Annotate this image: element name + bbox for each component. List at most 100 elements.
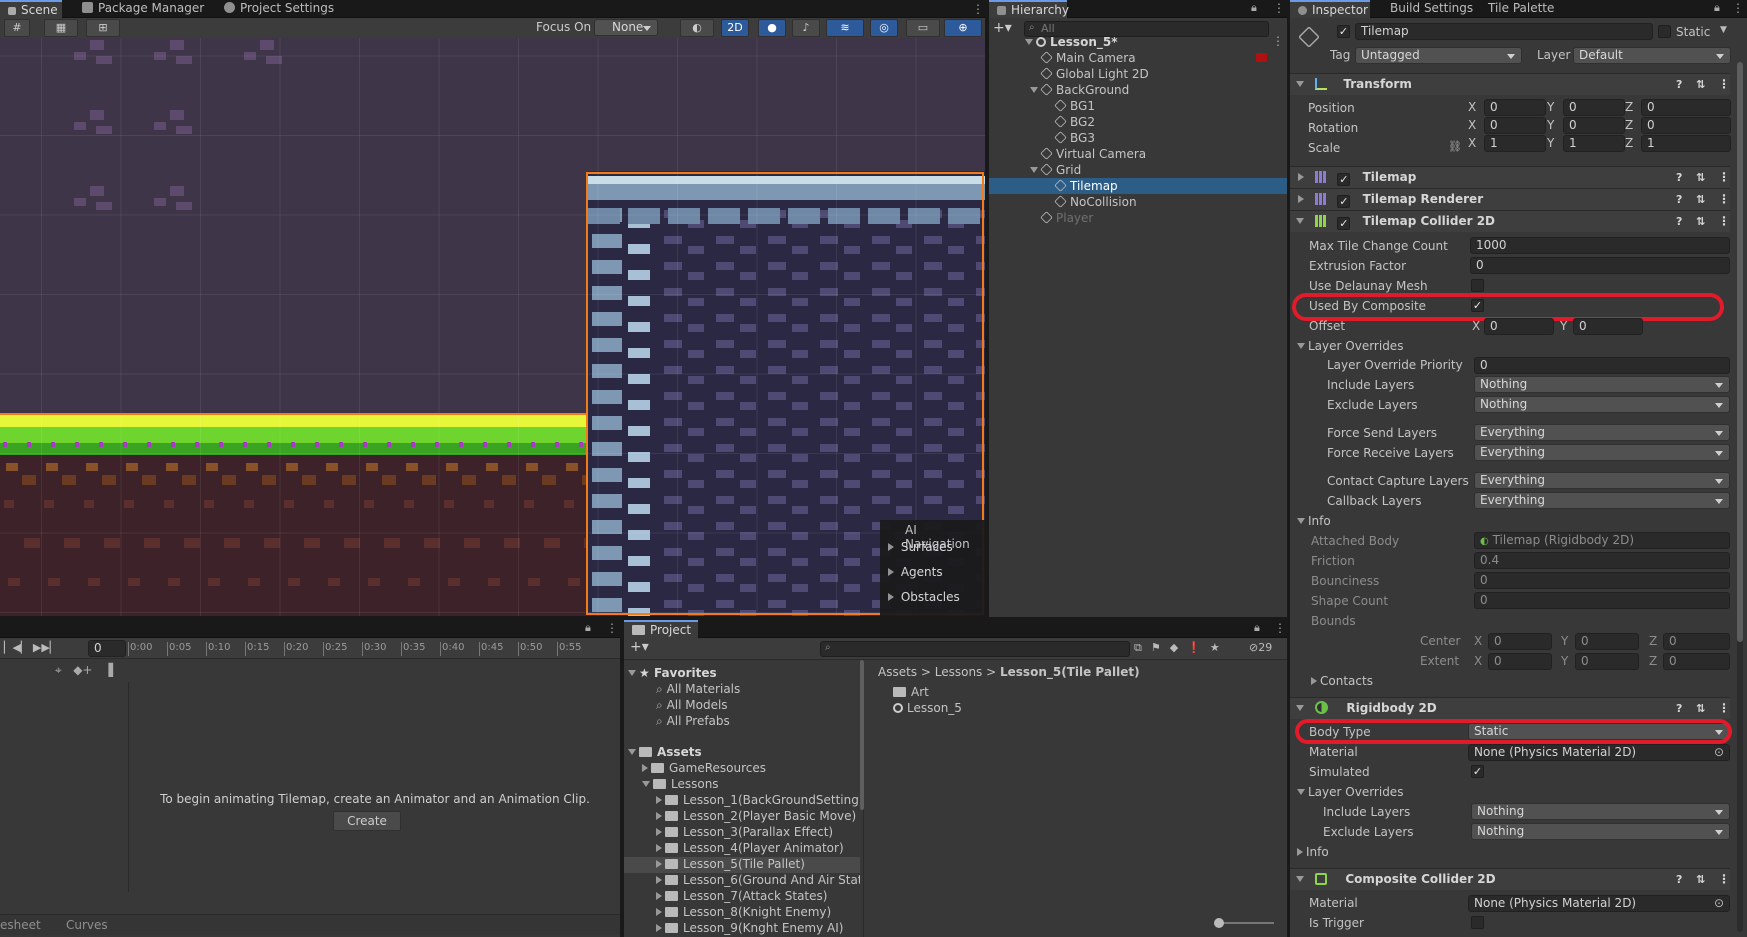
hidden-packages-toggle[interactable]: ⊘29 bbox=[1249, 641, 1272, 654]
rb-info-foldout[interactable]: Info bbox=[1297, 844, 1329, 860]
tab-package-manager[interactable]: Package Manager bbox=[74, 0, 212, 18]
filter-icons[interactable]: ⧉⚑◆❗★ bbox=[1134, 641, 1229, 655]
component-menu-icon[interactable]: ⋮ bbox=[1718, 698, 1730, 719]
hierarchy-item[interactable]: Main Camera bbox=[989, 50, 1287, 66]
use-delaunay-checkbox[interactable] bbox=[1471, 279, 1484, 292]
hierarchy-item[interactable]: BackGround bbox=[989, 82, 1287, 98]
object-picker-icon[interactable]: ⊙ bbox=[1714, 745, 1724, 760]
focus-on-dropdown[interactable]: None bbox=[594, 19, 658, 36]
hierarchy-item[interactable]: Virtual Camera bbox=[989, 146, 1287, 162]
lesson-folder-item[interactable]: Lesson_2(Player Basic Move) bbox=[624, 809, 860, 825]
play-controls-icon[interactable]: ▏◀▏ ▶▶▏ bbox=[4, 641, 58, 654]
layer-overrides-foldout[interactable]: Layer Overrides bbox=[1297, 338, 1403, 354]
layer-dropdown[interactable]: Default bbox=[1573, 47, 1731, 64]
more-menu-icon[interactable]: ⋮ bbox=[1274, 621, 1286, 635]
hierarchy-item[interactable]: BG3 bbox=[989, 130, 1287, 146]
lesson-folder-item[interactable]: Lesson_4(Player Animator) bbox=[624, 841, 860, 857]
lesson-folder-item[interactable]: Lesson_5(Tile Pallet) bbox=[624, 857, 860, 873]
presets-icon[interactable]: ⇅ bbox=[1696, 167, 1705, 188]
grid-view-button[interactable]: ⊞ bbox=[86, 19, 120, 37]
force-receive-dropdown[interactable]: Everything bbox=[1474, 444, 1730, 461]
lock-icon[interactable]: 🔒︎ bbox=[1714, 1, 1720, 15]
draw-mode-button[interactable]: ◐ bbox=[680, 19, 714, 37]
tab-scene[interactable]: Scene bbox=[0, 0, 62, 18]
project-item-lesson5[interactable]: Lesson_5 bbox=[893, 701, 962, 715]
hierarchy-item[interactable]: Global Light 2D bbox=[989, 66, 1287, 82]
hierarchy-item[interactable]: BG2 bbox=[989, 114, 1287, 130]
extrusion-factor-field[interactable]: 0 bbox=[1470, 257, 1730, 274]
active-checkbox[interactable]: ✓ bbox=[1337, 25, 1350, 38]
renderer-enabled-checkbox[interactable]: ✓ bbox=[1337, 195, 1351, 208]
tab-dopesheet[interactable]: esheet bbox=[0, 918, 41, 932]
info-foldout[interactable]: Info bbox=[1297, 513, 1331, 529]
exclude-layers-dropdown[interactable]: Nothing bbox=[1474, 396, 1730, 413]
component-menu-icon[interactable]: ⋮ bbox=[1718, 869, 1730, 890]
tree-scrollbar[interactable] bbox=[860, 660, 864, 810]
zoom-slider[interactable] bbox=[1214, 918, 1274, 928]
rb-layer-overrides-foldout[interactable]: Layer Overrides bbox=[1297, 784, 1403, 800]
lock-icon[interactable]: 🔒︎ bbox=[585, 621, 591, 635]
tilemap-enabled-checkbox[interactable]: ✓ bbox=[1337, 173, 1351, 186]
presets-icon[interactable]: ⇅ bbox=[1696, 189, 1705, 210]
presets-icon[interactable]: ⇅ bbox=[1696, 74, 1705, 95]
project-item-art[interactable]: Art bbox=[893, 685, 929, 699]
transform-tools-button[interactable]: # bbox=[4, 19, 30, 37]
help-icon[interactable]: ? bbox=[1676, 698, 1682, 719]
tag-dropdown[interactable]: Untagged bbox=[1355, 47, 1522, 64]
composite-material-field[interactable]: None (Physics Material 2D) ⊙ bbox=[1468, 895, 1730, 912]
more-menu-icon[interactable]: ⋮ bbox=[606, 621, 618, 635]
scale-y-field[interactable]: 1 bbox=[1563, 135, 1625, 152]
tab-tile-palette[interactable]: Tile Palette bbox=[1480, 0, 1562, 18]
tab-build-settings[interactable]: Build Settings bbox=[1382, 0, 1481, 18]
grid-snap-button[interactable]: ▦ bbox=[44, 19, 78, 37]
inspector-scrollbar[interactable] bbox=[1737, 62, 1743, 932]
help-icon[interactable]: ? bbox=[1676, 167, 1682, 188]
assets-foldout[interactable]: Assets bbox=[628, 745, 702, 759]
presets-icon[interactable]: ⇅ bbox=[1696, 211, 1705, 232]
zoom-slider-knob[interactable] bbox=[1214, 918, 1224, 928]
ai-nav-item-obstacles[interactable]: Obstacles bbox=[888, 590, 960, 604]
component-menu-icon[interactable]: ⋮ bbox=[1718, 211, 1730, 232]
mode-2d-button[interactable]: 2D bbox=[721, 19, 749, 37]
hierarchy-item[interactable]: Player bbox=[989, 210, 1287, 226]
rotation-z-field[interactable]: 0 bbox=[1641, 117, 1731, 134]
breadcrumb-assets[interactable]: Assets bbox=[878, 665, 917, 679]
frame-field[interactable]: 0 bbox=[88, 640, 126, 657]
is-trigger-checkbox[interactable] bbox=[1471, 916, 1484, 929]
lock-icon[interactable]: 🔒︎ bbox=[1254, 621, 1260, 635]
lighting-toggle-icon[interactable]: ● bbox=[758, 19, 786, 37]
favorite-item[interactable]: ⌕ All Prefabs bbox=[656, 714, 730, 729]
rigidbody-header[interactable]: Rigidbody 2D ? ⇅ ⋮ bbox=[1290, 697, 1730, 719]
offset-x-field[interactable]: 0 bbox=[1484, 318, 1554, 335]
help-icon[interactable]: ? bbox=[1676, 189, 1682, 210]
tilemap-renderer-header[interactable]: ✓ Tilemap Renderer ? ⇅ ⋮ bbox=[1290, 188, 1730, 210]
tab-curves[interactable]: Curves bbox=[66, 918, 108, 932]
asset-folder-item[interactable]: GameResources bbox=[642, 761, 766, 775]
position-z-field[interactable]: 0 bbox=[1641, 99, 1731, 116]
asset-folder-item[interactable]: Lessons bbox=[642, 777, 719, 791]
breadcrumb-current[interactable]: Lesson_5(Tile Pallet) bbox=[1000, 665, 1140, 679]
ai-nav-item-agents[interactable]: Agents bbox=[888, 565, 943, 579]
inspector-scrollbar-thumb[interactable] bbox=[1737, 62, 1743, 642]
help-icon[interactable]: ? bbox=[1676, 211, 1682, 232]
lock-icon[interactable]: 🔒︎ bbox=[1251, 1, 1257, 15]
create-animation-button[interactable]: Create bbox=[333, 811, 401, 831]
rb-material-field[interactable]: None (Physics Material 2D) ⊙ bbox=[1468, 744, 1730, 761]
help-icon[interactable]: ? bbox=[1676, 74, 1682, 95]
composite-collider-header[interactable]: Composite Collider 2D ? ⇅ ⋮ bbox=[1290, 868, 1730, 890]
lesson-folder-item[interactable]: Lesson_3(Parallax Effect) bbox=[624, 825, 860, 841]
camera-button[interactable]: ▭ bbox=[906, 19, 940, 37]
hierarchy-item[interactable]: Tilemap bbox=[989, 178, 1287, 194]
presets-icon[interactable]: ⇅ bbox=[1696, 698, 1705, 719]
rotation-y-field[interactable]: 0 bbox=[1563, 117, 1625, 134]
rb-include-layers-dropdown[interactable]: Nothing bbox=[1471, 803, 1730, 820]
component-menu-icon[interactable]: ⋮ bbox=[1718, 74, 1730, 95]
project-search-input[interactable]: ⌕ bbox=[820, 641, 1130, 657]
add-button[interactable]: +▾ bbox=[993, 20, 1012, 36]
breadcrumb-lessons[interactable]: Lessons bbox=[935, 665, 983, 679]
tab-project-settings[interactable]: Project Settings bbox=[216, 0, 342, 18]
ai-nav-item-surfaces[interactable]: Surfaces bbox=[888, 540, 953, 554]
favorite-item[interactable]: ⌕ All Models bbox=[656, 698, 728, 713]
more-menu-icon[interactable]: ⋮ bbox=[1732, 1, 1744, 15]
offset-y-field[interactable]: 0 bbox=[1573, 318, 1643, 335]
